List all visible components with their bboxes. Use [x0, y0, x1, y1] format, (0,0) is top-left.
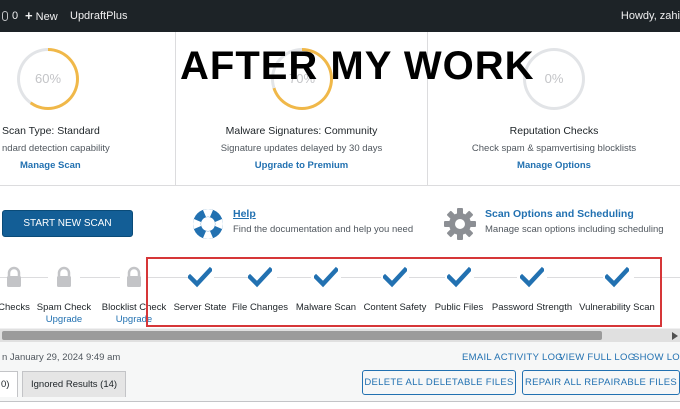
- help-description: Find the documentation and help you need: [233, 224, 414, 235]
- card-title: Scan Type: Standard: [2, 125, 100, 137]
- new-label: New: [35, 11, 58, 23]
- checkmark-icon: [314, 266, 338, 288]
- comment-bubble-icon: [2, 11, 8, 22]
- delete-all-deletable-button[interactable]: DELETE ALL DELETABLE FILES: [362, 370, 516, 395]
- manage-scan-link[interactable]: Manage Scan: [20, 160, 195, 171]
- tab-results[interactable]: 0): [0, 371, 18, 397]
- card-title: Malware Signatures: Community: [225, 125, 378, 137]
- admin-bar: 0 + New UpdraftPlus Howdy, zahi: [0, 0, 680, 32]
- overlay-caption: AFTER MY WORK: [180, 44, 535, 88]
- gauge-percent: 60%: [34, 71, 62, 86]
- horizontal-scrollbar[interactable]: [0, 329, 680, 342]
- last-scan-date: n January 29, 2024 9:49 am: [2, 352, 121, 363]
- gear-icon: [444, 208, 476, 240]
- actions-row: START NEW SCAN Help Find the documentati…: [0, 186, 680, 256]
- email-activity-log-link[interactable]: EMAIL ACTIVITY LOG: [462, 352, 563, 363]
- scan-options-action: Scan Options and Scheduling Manage scan …: [440, 186, 680, 256]
- new-menu[interactable]: + New: [25, 0, 58, 32]
- manage-options-link[interactable]: Manage Options: [428, 160, 680, 171]
- upgrade-premium-link[interactable]: Upgrade to Premium: [176, 160, 427, 171]
- scan-options-link[interactable]: Scan Options and Scheduling: [485, 208, 634, 220]
- repair-all-repairable-button[interactable]: REPAIR ALL REPAIRABLE FILES: [522, 370, 680, 395]
- checkmark-icon: [605, 266, 629, 288]
- checkmark-icon: [520, 266, 544, 288]
- checkmark-icon: [383, 266, 407, 288]
- lock-icon: [127, 266, 141, 287]
- card-scan-type: 60% Scan Type: Standard ndard detection …: [0, 32, 175, 186]
- plus-icon: +: [25, 8, 33, 23]
- step-label: Password Strength: [491, 302, 573, 313]
- checkmark-icon: [447, 266, 471, 288]
- scan-steps: Checks Spam Check Upgrade Blocklist Check Up…: [0, 256, 680, 328]
- progress-gauge: 60%: [17, 48, 79, 110]
- updraftplus-menu[interactable]: UpdraftPlus: [70, 0, 127, 32]
- checkmark-icon: [188, 266, 212, 288]
- show-log-link[interactable]: SHOW LOG: [633, 352, 680, 363]
- card-subtitle: Check spam & spamvertising blocklists: [471, 143, 637, 154]
- step-label: Vulnerability Scan: [579, 302, 655, 313]
- checkmark-icon: [248, 266, 272, 288]
- scan-meta-row: n January 29, 2024 9:49 am EMAIL ACTIVIT…: [0, 342, 680, 370]
- user-greeting[interactable]: Howdy, zahi: [621, 0, 680, 32]
- comments-menu[interactable]: 0: [2, 0, 18, 32]
- scrollbar-thumb[interactable]: [2, 331, 602, 340]
- comments-count: 0: [12, 10, 19, 22]
- tab-ignored-results[interactable]: Ignored Results (14): [22, 371, 127, 397]
- scroll-right-arrow-icon[interactable]: [672, 332, 678, 340]
- help-action: Help Find the documentation and help you…: [190, 186, 427, 256]
- scan-step: Password Strength: [487, 256, 577, 328]
- card-title: Reputation Checks: [509, 125, 599, 137]
- results-table-header: [0, 401, 680, 409]
- view-full-log-link[interactable]: VIEW FULL LOG: [559, 352, 635, 363]
- start-new-scan-button[interactable]: START NEW SCAN: [2, 210, 133, 237]
- card-subtitle: Signature updates delayed by 30 days: [220, 143, 383, 154]
- lock-icon: [57, 266, 71, 287]
- card-subtitle: ndard detection capability: [2, 143, 110, 154]
- scan-step: Vulnerability Scan: [572, 256, 662, 328]
- scan-options-description: Manage scan options including scheduling: [485, 224, 664, 235]
- lifebuoy-icon: [193, 209, 223, 239]
- help-link[interactable]: Help: [233, 208, 256, 220]
